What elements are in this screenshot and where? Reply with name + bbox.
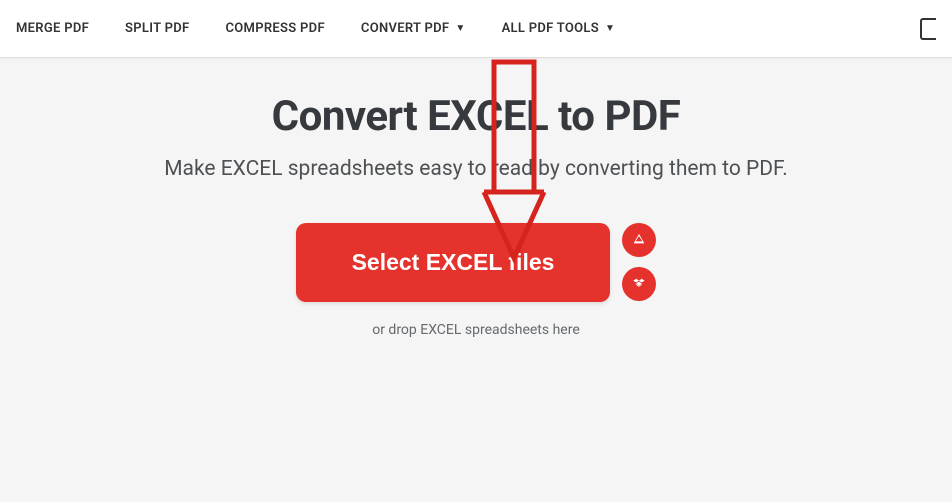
google-drive-icon [631, 232, 647, 248]
top-navigation: MERGE PDF SPLIT PDF COMPRESS PDF CONVERT… [0, 0, 952, 58]
nav-label: MERGE PDF [16, 21, 89, 36]
nav-compress-pdf[interactable]: COMPRESS PDF [225, 21, 324, 36]
nav-all-pdf-tools[interactable]: ALL PDF TOOLS ▼ [502, 21, 616, 36]
caret-down-icon: ▼ [455, 23, 465, 34]
cloud-upload-buttons [622, 223, 656, 301]
select-files-button[interactable]: Select EXCEL files [296, 223, 611, 302]
dropbox-button[interactable] [622, 267, 656, 301]
nav-label: CONVERT PDF [361, 21, 449, 36]
nav-merge-pdf[interactable]: MERGE PDF [16, 21, 89, 36]
nav-convert-pdf[interactable]: CONVERT PDF ▼ [361, 21, 466, 36]
nav-label: ALL PDF TOOLS [502, 21, 599, 36]
page-title: Convert EXCEL to PDF [0, 92, 952, 141]
google-drive-button[interactable] [622, 223, 656, 257]
nav-split-pdf[interactable]: SPLIT PDF [125, 21, 189, 36]
main-content: Convert EXCEL to PDF Make EXCEL spreadsh… [0, 58, 952, 338]
page-subtitle: Make EXCEL spreadsheets easy to read by … [0, 157, 952, 181]
nav-label: COMPRESS PDF [225, 21, 324, 36]
upload-controls: Select EXCEL files [0, 223, 952, 302]
drop-hint-text: or drop EXCEL spreadsheets here [0, 322, 952, 338]
dropbox-icon [631, 276, 647, 292]
nav-label: SPLIT PDF [125, 21, 189, 36]
caret-down-icon: ▼ [605, 23, 615, 34]
device-icon[interactable] [920, 18, 936, 40]
